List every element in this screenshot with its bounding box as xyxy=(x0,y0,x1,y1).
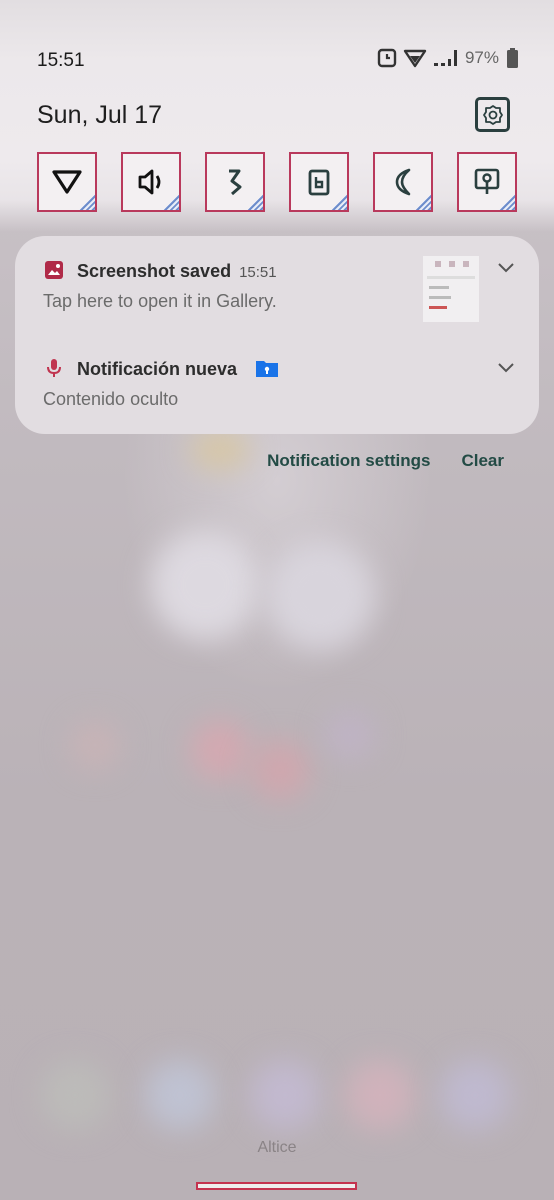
navigation-handle[interactable] xyxy=(196,1182,357,1190)
notification-title: Screenshot saved 15:51 xyxy=(77,261,277,282)
settings-button[interactable] xyxy=(475,97,510,132)
wifi-tile[interactable] xyxy=(37,152,97,212)
screenshot-thumbnail[interactable] xyxy=(423,256,479,322)
gear-icon xyxy=(482,104,503,125)
image-icon xyxy=(45,261,63,279)
alarm-icon xyxy=(377,48,397,68)
screen-cast-tile[interactable] xyxy=(457,152,517,212)
notification-card: Screenshot saved 15:51 Tap here to open i… xyxy=(15,236,539,434)
notification-time: 15:51 xyxy=(239,264,277,281)
speaker-icon xyxy=(138,169,161,195)
notification-actions: Notification settings Clear xyxy=(267,451,504,471)
bluetooth-icon xyxy=(229,169,242,196)
chevron-down-icon[interactable] xyxy=(497,262,515,274)
battery-icon xyxy=(507,48,518,68)
notification-screenshot[interactable]: Screenshot saved 15:51 Tap here to open i… xyxy=(15,236,539,334)
notification-body: Tap here to open it in Gallery. xyxy=(43,291,277,311)
sound-tile[interactable] xyxy=(121,152,181,212)
quick-tiles-row xyxy=(37,152,517,212)
dark-mode-tile[interactable] xyxy=(373,152,433,212)
date-label: Sun, Jul 17 xyxy=(37,101,163,129)
microphone-icon xyxy=(47,359,61,377)
notification-title: Notificación nueva xyxy=(77,359,279,380)
cast-icon xyxy=(474,168,500,194)
notification-nueva[interactable]: Notificación nueva Contenido oculto xyxy=(15,334,539,434)
locked-folder-icon xyxy=(256,361,279,378)
wifi-icon xyxy=(403,49,427,68)
battery-saver-icon xyxy=(308,169,330,196)
wifi-triangle-icon xyxy=(52,170,82,194)
chevron-down-icon[interactable] xyxy=(497,362,515,374)
notification-title-text: Notificación nueva xyxy=(77,359,238,379)
notification-settings-button[interactable]: Notification settings xyxy=(267,451,430,471)
status-time: 15:51 xyxy=(37,50,85,71)
carrier-label: Altice xyxy=(257,1139,297,1156)
battery-percentage: 97% xyxy=(464,48,499,67)
notification-title-text: Screenshot saved xyxy=(77,261,232,281)
status-icons: 97% xyxy=(377,48,518,68)
signal-icon xyxy=(433,50,457,66)
clear-button[interactable]: Clear xyxy=(461,451,504,471)
notification-body: Contenido oculto xyxy=(43,389,179,409)
bluetooth-tile[interactable] xyxy=(205,152,265,212)
battery-saver-tile[interactable] xyxy=(289,152,349,212)
moon-icon xyxy=(395,168,411,196)
